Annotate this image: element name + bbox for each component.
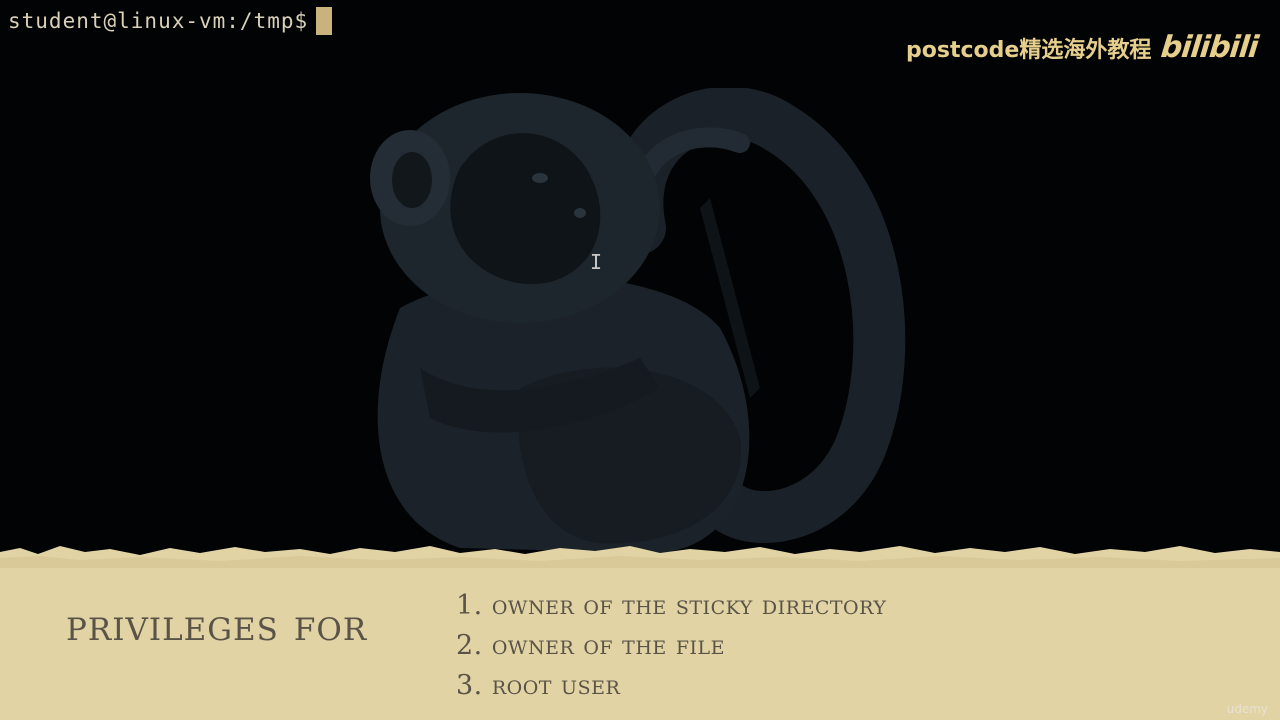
udemy-watermark: udemy bbox=[1226, 702, 1268, 716]
list-item: 2. owner of the file bbox=[456, 630, 726, 661]
privileges-list: 1. owner of the sticky directory 2. owne… bbox=[456, 588, 886, 708]
terminal-cursor bbox=[316, 7, 333, 35]
text-cursor-icon: I bbox=[590, 250, 603, 274]
list-item: 3. root user bbox=[456, 670, 621, 701]
terminal-prompt-line[interactable]: student@linux-vm:/tmp$ bbox=[8, 6, 333, 36]
terminal-prompt: student@linux-vm:/tmp$ bbox=[8, 9, 309, 33]
monkey-illustration bbox=[370, 88, 906, 553]
bilibili-logo: bilibili bbox=[1159, 30, 1260, 65]
terminal-screen[interactable]: student@linux-vm:/tmp$ postcode精选海外教程 bi… bbox=[0, 0, 1280, 720]
watermark: postcode精选海外教程 bilibili bbox=[906, 30, 1260, 65]
list-item: 1. owner of the sticky directory bbox=[456, 590, 887, 621]
slide-title: privileges for bbox=[66, 600, 368, 651]
watermark-text: postcode精选海外教程 bbox=[906, 37, 1152, 63]
